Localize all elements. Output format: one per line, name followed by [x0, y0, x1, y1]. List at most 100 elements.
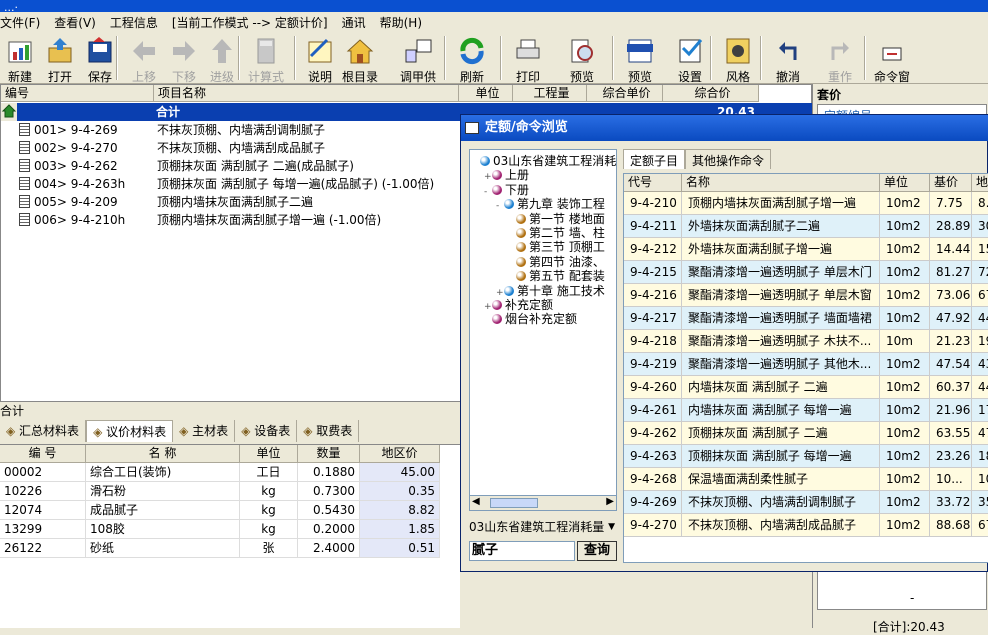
quota-list-table[interactable]: 代号名称单位基价地9-4-210顶棚内墙抹灰面满刮腻子增一遍10m27.758.… — [623, 173, 988, 563]
table-row[interactable]: 9-4-270不抹灰顶棚、内墙满刮成品腻子10m288.6867 — [624, 514, 988, 537]
toolbar-button-14[interactable]: 设置 — [670, 34, 710, 84]
col-name-header[interactable]: 项目名称 — [154, 85, 459, 102]
tree-node[interactable]: 第二节 墙、柱 — [508, 226, 605, 240]
col-total-header[interactable]: 综合价 — [663, 85, 759, 102]
node-icon — [516, 228, 526, 238]
table-row[interactable]: 00002 综合工日(装饰) 工日 0.1880 45.00 — [0, 463, 460, 482]
chevron-down-icon[interactable]: ▼ — [608, 517, 615, 537]
search-button[interactable]: 查询 — [577, 541, 617, 561]
menu-item-5[interactable]: 帮助(H) — [380, 14, 422, 31]
toolbar-button-3[interactable]: 上移 — [124, 34, 164, 84]
scroll-left-icon[interactable]: ◀ — [472, 496, 480, 507]
table-row[interactable]: 26122 砂纸张 2.4000 0.51 — [0, 539, 460, 558]
menu-item-4[interactable]: 通讯 — [342, 14, 366, 31]
toolbar-button-8[interactable]: 根目录 — [340, 34, 380, 84]
toolbar-button-6[interactable]: 计算式 — [246, 34, 286, 84]
quota-col-header[interactable]: 代号 — [624, 174, 682, 192]
material-col-header[interactable]: 编 号 — [0, 445, 86, 463]
quota-col-header[interactable]: 单位 — [880, 174, 930, 192]
toolbar-button-18[interactable]: 命令窗 — [872, 34, 912, 84]
table-row[interactable]: 12074 成品腻子 kg 0.5430 8.82 — [0, 501, 460, 520]
dialog-tab-1[interactable]: 其他操作命令 — [685, 149, 772, 169]
material-tab-2[interactable]: ◈ 主材表 — [173, 420, 236, 442]
toolbar: 新建 打开 保存 上移 下移 进级 计算式 说明 根目录 调甲供 刷新 打印 预览 预览 设置 风格 撤消 重作 命… — [0, 32, 988, 84]
toolbar-button-0[interactable]: 新建 — [0, 34, 40, 84]
quota-browse-dialog[interactable]: 定额/命令浏览 03山东省建筑工程消耗量 + 上册 - 下册 - 第九章 装饰工程 第一节 楼… — [460, 114, 988, 572]
table-row[interactable]: 9-4-261内墙抹灰面 满刮腻子 每增一遍10m221.9617 — [624, 399, 988, 422]
dash: - — [910, 591, 915, 605]
menu-item-0[interactable]: 文件(F) — [0, 14, 40, 31]
material-table[interactable]: 编 号名 称单位 数量 地区价 00002 综合工日(装饰) 工日 0.1880 45.00 1… — [0, 444, 460, 628]
material-col-header[interactable]: 名 称 — [86, 445, 240, 463]
menu-item-1[interactable]: 查看(V) — [54, 14, 96, 31]
tree-node[interactable]: 第五节 配套装 — [508, 269, 605, 283]
table-row[interactable]: 9-4-217聚酯清漆增一遍透明腻子 墙面墙裙10m247.9244 — [624, 307, 988, 330]
material-tab-4[interactable]: ◈ 取费表 — [297, 420, 360, 442]
toolbar-button-16[interactable]: 撤消 — [768, 34, 808, 84]
menu-item-2[interactable]: 工程信息 — [110, 14, 158, 31]
library-select[interactable]: 03山东省建筑工程消耗量 ▼ — [469, 517, 617, 537]
scroll-right-icon[interactable]: ▶ — [606, 496, 614, 507]
tree-node[interactable]: 第四节 油漆、 — [508, 255, 605, 269]
quota-price: 23.26 — [930, 445, 972, 468]
node-icon — [492, 170, 502, 181]
table-row[interactable]: 9-4-263顶棚抹灰面 满刮腻子 每增一遍10m223.2618 — [624, 445, 988, 468]
table-row[interactable]: 9-4-260内墙抹灰面 满刮腻子 二遍10m260.3744 — [624, 376, 988, 399]
col-unit-header[interactable]: 单位 — [459, 85, 513, 102]
tree-scrollbar[interactable]: ◀ ▶ — [469, 495, 617, 511]
table-row[interactable]: 9-4-215聚酯清漆增一遍透明腻子 单层木门10m281.2772 — [624, 261, 988, 284]
material-col-header[interactable]: 地区价 — [360, 445, 440, 463]
material-tab-1[interactable]: ◈ 议价材料表 — [86, 420, 174, 442]
table-row[interactable]: 9-4-262顶棚抹灰面 满刮腻子 二遍10m263.5547 — [624, 422, 988, 445]
table-row[interactable]: 9-4-210顶棚内墙抹灰面满刮腻子增一遍10m27.758. — [624, 192, 988, 215]
dialog-title-bar[interactable]: 定额/命令浏览 — [461, 115, 988, 141]
toolbar-button-12[interactable]: 预览 — [562, 34, 602, 84]
table-row[interactable]: 13299 108胶 kg 0.2000 1.85 — [0, 520, 460, 539]
table-row[interactable]: 9-4-212外墙抹灰面满刮腻子增一遍10m214.4415 — [624, 238, 988, 261]
collapse-icon[interactable]: - — [496, 199, 504, 213]
toolbar-button-4[interactable]: 下移 — [164, 34, 204, 84]
table-row[interactable]: 9-4-219聚酯清漆增一遍透明腻子 其他木...10m247.5443 — [624, 353, 988, 376]
toolbar-button-13[interactable]: 预览 — [620, 34, 660, 84]
table-row[interactable]: 9-4-268保温墙面满刮柔性腻子10m210...10 — [624, 468, 988, 491]
toolbar-button-17[interactable]: 重作 — [820, 34, 860, 84]
col-code-header[interactable]: 编号 — [1, 85, 154, 102]
material-col-header[interactable]: 数量 — [298, 445, 360, 463]
search-input[interactable]: 腻子 — [469, 541, 575, 561]
toolbar-button-7[interactable]: 说明 — [300, 34, 340, 84]
quota-col-header[interactable]: 基价 — [930, 174, 972, 192]
quota-tree[interactable]: 03山东省建筑工程消耗量 + 上册 - 下册 - 第九章 装饰工程 第一节 楼地面 第二节 墙、… — [469, 149, 617, 509]
toolbar-button-2[interactable]: 保存 — [80, 34, 120, 84]
tree-node-label: 第十章 施工技术 — [517, 283, 605, 298]
tree-node[interactable]: 03山东省建筑工程消耗量 — [472, 154, 616, 168]
table-row[interactable]: 9-4-211外墙抹灰面满刮腻子二遍10m228.8930 — [624, 215, 988, 238]
toolbar-button-1[interactable]: 打开 — [40, 34, 80, 84]
table-row[interactable]: 10226 滑石粉 kg 0.7300 0.35 — [0, 482, 460, 501]
col-qty-header[interactable]: 工程量 — [513, 85, 587, 102]
col-unitprice-header[interactable]: 综合单价 — [587, 85, 663, 102]
table-row[interactable]: 9-4-216聚酯清漆增一遍透明腻子 单层木窗10m273.0667 — [624, 284, 988, 307]
quota-col-header[interactable]: 名称 — [682, 174, 880, 192]
tree-node[interactable]: 第一节 楼地面 — [508, 212, 605, 226]
material-col-header[interactable]: 单位 — [240, 445, 298, 463]
quota-price: 63.55 — [930, 422, 972, 445]
table-row[interactable]: 9-4-269不抹灰顶棚、内墙满刮调制腻子10m233.7235 — [624, 491, 988, 514]
material-tab-3[interactable]: ◈ 设备表 — [235, 420, 298, 442]
scroll-thumb[interactable] — [490, 498, 538, 508]
quota-r: 35 — [972, 491, 988, 514]
menu-item-3[interactable]: [当前工作模式 --> 定额计价] — [172, 14, 328, 31]
collapse-icon[interactable]: - — [484, 185, 492, 199]
toolbar-button-11[interactable]: 打印 — [508, 34, 548, 84]
table-row[interactable]: 9-4-218聚酯清漆增一遍透明腻子 木扶不...10m21.2319 — [624, 330, 988, 353]
tree-node[interactable]: 烟台补充定额 — [484, 312, 577, 326]
quota-col-header[interactable]: 地 — [972, 174, 988, 192]
toolbar-button-15[interactable]: 风格 — [718, 34, 758, 84]
dialog-tab-0[interactable]: 定额子目 — [623, 149, 686, 169]
tree-node-label: 下册 — [505, 182, 530, 197]
toolbar-button-5[interactable]: 进级 — [202, 34, 242, 84]
material-tab-0[interactable]: ◈ 汇总材料表 — [0, 420, 87, 442]
toolbar-button-9[interactable]: 调甲供 — [398, 34, 438, 84]
material-name: 108胶 — [86, 520, 240, 539]
toolbar-button-10[interactable]: 刷新 — [452, 34, 492, 84]
tree-node[interactable]: 第三节 顶棚工 — [508, 240, 605, 254]
